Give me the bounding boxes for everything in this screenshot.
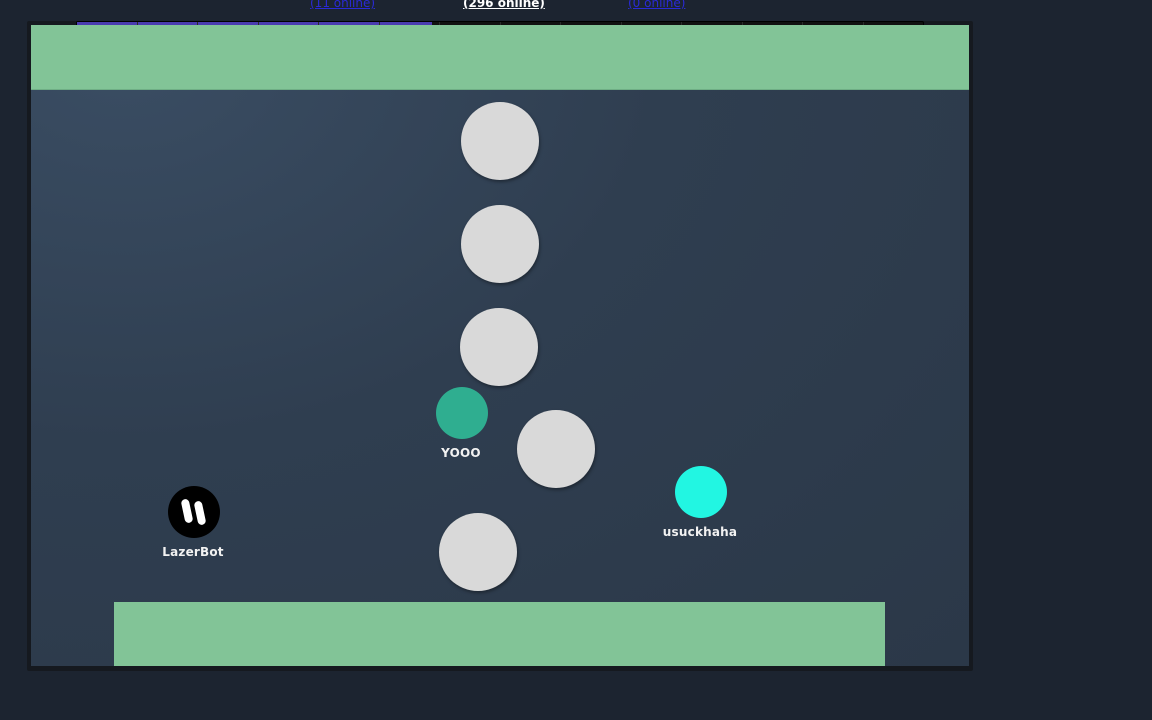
obstacle-circle: [460, 308, 538, 386]
server-link-center[interactable]: (296 online): [463, 0, 545, 10]
server-link-left[interactable]: (11 online): [310, 0, 375, 10]
top-wall: [31, 25, 969, 90]
server-link-right[interactable]: (0 online): [628, 0, 685, 10]
player-yooo: [436, 387, 488, 439]
obstacle-circle: [461, 102, 539, 180]
player-usuckhaha: [675, 466, 727, 518]
player-name-yooo: YOOO: [441, 446, 481, 460]
player-name-lazerbot: LazerBot: [162, 545, 224, 559]
obstacle-circle: [517, 410, 595, 488]
player-lazerbot: [168, 486, 220, 538]
bottom-wall: [114, 602, 885, 666]
pause-icon: [181, 499, 206, 525]
game-arena[interactable]: YOOO usuckhaha LazerBot: [31, 25, 969, 666]
obstacle-circle: [439, 513, 517, 591]
obstacle-circle: [461, 205, 539, 283]
top-links: (11 online) (296 online) (0 online): [0, 0, 1152, 14]
player-name-usuckhaha: usuckhaha: [662, 525, 738, 539]
